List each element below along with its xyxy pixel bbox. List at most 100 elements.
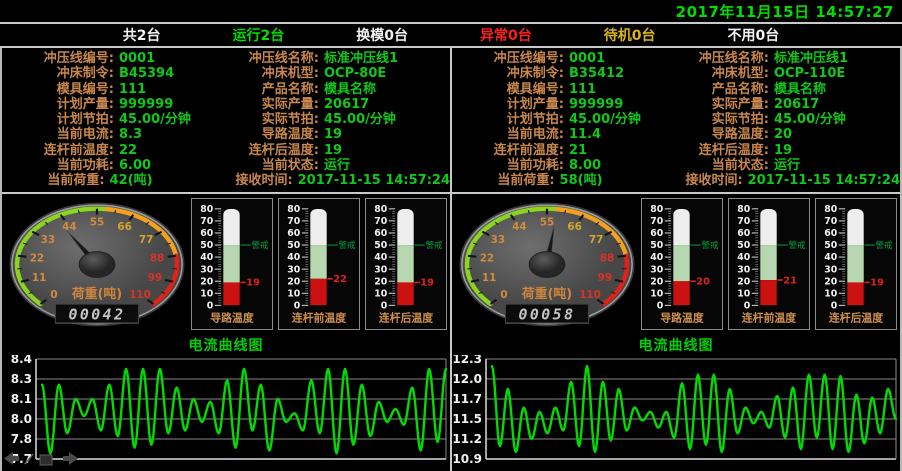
thermo-scale-number: 40 [287, 252, 301, 263]
gauge-tick-label: 66 [567, 221, 581, 233]
info-value: 8.3 [114, 127, 215, 142]
forward-arrow-icon[interactable] [63, 452, 78, 465]
thermo-warn-label: 警戒 [702, 240, 719, 250]
load-gauge-svg: 0112233445566778899110荷重(吨)00042 [3, 195, 191, 334]
thermo-fill [310, 279, 327, 306]
gauge-hub [79, 252, 115, 278]
current-chart: 12.312.011.711.511.210.9 [452, 355, 900, 469]
info-label: 产品名称: [665, 82, 769, 97]
info-row: 模具编号:111产品名称:模具名称 [452, 82, 900, 97]
thermo-scale-number: 0 [294, 300, 301, 311]
thermo-scale-number: 60 [374, 228, 388, 239]
gauge-tick-label: 0 [500, 289, 507, 301]
thermo-value: 20 [696, 277, 710, 288]
gauge-tick-label: 44 [512, 221, 526, 233]
info-value: 0001 [114, 51, 215, 66]
thermo-tube [310, 209, 327, 305]
thermo-tube [673, 209, 690, 305]
gauge-readout: 00058 [518, 306, 575, 323]
thermo-label: 连杆前温度 [742, 311, 796, 325]
stop-square-icon[interactable] [40, 455, 52, 465]
thermo-label: 连杆后温度 [829, 311, 883, 325]
info-value: 2017-11-15 14:57:24 [293, 173, 450, 188]
info-value: OCP-80E [319, 66, 450, 81]
thermo-scale-number: 40 [650, 252, 664, 263]
pencil-icon[interactable] [25, 454, 33, 464]
hmi-screen: 2017年11月15日 14:57:27 共2台 运行2台 换模0台 异常0台 … [0, 0, 902, 471]
load-gauge: 0112233445566778899110荷重(吨)00058 [452, 194, 641, 338]
gauge-tick-label: 99 [148, 272, 162, 284]
gauge-tick-label: 22 [30, 252, 44, 264]
thermo-label: 导路温度 [210, 311, 253, 325]
info-row: 当前电流:8.3导路温度:19 [2, 127, 450, 142]
info-label: 接收时间: [197, 173, 292, 188]
gauge-tick-label: 88 [600, 252, 614, 264]
thermo-scale-number: 80 [737, 204, 751, 215]
thermo-scale-number: 30 [824, 264, 838, 275]
thermo-scale-number: 60 [737, 228, 751, 239]
info-row: 计划节拍:45.00/分钟实际节拍:45.00/分钟 [2, 112, 450, 127]
gauge-readout: 00042 [68, 306, 125, 323]
info-row: 当前电流:11.4导路温度:20 [452, 127, 900, 142]
gauge-major-tick [618, 256, 626, 257]
info-value: 111 [564, 82, 665, 97]
info-label: 连杆后温度: [665, 143, 769, 158]
info-value: B35412 [564, 66, 665, 81]
info-value: 6.00 [114, 158, 215, 173]
info-label: 连杆后温度: [215, 143, 319, 158]
info-label: 产品名称: [215, 82, 319, 97]
thermo-scale-number: 20 [650, 276, 664, 287]
thermo-scale-number: 20 [200, 276, 214, 287]
gauge-tick-label: 55 [90, 217, 104, 229]
y-axis-label: 8.0 [11, 412, 32, 426]
back-arrow-icon[interactable] [4, 452, 19, 465]
info-label: 计划产量: [2, 97, 114, 112]
machine-panel-1: 冲压线编号:0001冲压线名称:标准冲压线1冲床制令:B45394冲床机型:OC… [2, 48, 450, 471]
info-value: 19 [769, 143, 900, 158]
thermometer: 01020304050607080警戒20导路温度 [641, 198, 723, 330]
thermo-label: 导路温度 [660, 311, 703, 325]
info-label: 连杆前温度: [452, 143, 564, 158]
info-value: 999999 [564, 97, 665, 112]
info-value: 标准冲压线1 [319, 51, 450, 66]
info-value: 58(吨) [555, 173, 648, 188]
thermo-warn-label: 警戒 [426, 240, 443, 250]
info-label: 当前荷重: [2, 173, 105, 188]
thermo-scale-number: 60 [287, 228, 301, 239]
info-value: 模具名称 [769, 82, 900, 97]
info-label: 冲床机型: [215, 66, 319, 81]
info-row: 计划节拍:45.00/分钟实际节拍:45.00/分钟 [452, 112, 900, 127]
gauge-tick-label: 110 [129, 289, 151, 301]
thermo-scale-number: 70 [374, 216, 388, 227]
thermo-fill [847, 282, 864, 305]
info-label: 当前状态: [665, 158, 769, 173]
gauge-row: 0112233445566778899110荷重(吨)00042 0102030… [2, 194, 450, 336]
thermo-tube [847, 209, 864, 305]
gauge-tick-label: 22 [480, 252, 494, 264]
info-label: 导路温度: [215, 127, 319, 142]
info-value: 运行 [319, 158, 450, 173]
thermo-scale-number: 0 [381, 300, 388, 311]
thermo-scale-number: 80 [287, 204, 301, 215]
datetime: 2017年11月15日 14:57:27 [676, 1, 894, 22]
status-standby: 待机0台 [604, 25, 656, 45]
info-value: 11.4 [564, 127, 665, 142]
thermo-scale-number: 0 [657, 300, 664, 311]
thermo-scale-number: 40 [200, 252, 214, 263]
info-label: 冲压线名称: [665, 51, 769, 66]
thermo-scale-number: 0 [207, 300, 214, 311]
thermo-scale-number: 20 [374, 276, 388, 287]
status-abnormal: 异常0台 [480, 25, 532, 45]
thermometer: 01020304050607080警戒22连杆前温度 [278, 198, 360, 330]
gauge-row: 0112233445566778899110荷重(吨)00058 0102030… [452, 194, 900, 336]
thermo-fill [760, 280, 777, 305]
thermo-scale-number: 60 [200, 228, 214, 239]
info-value: 19 [319, 127, 450, 142]
y-axis-label: 11.2 [452, 432, 482, 446]
info-value: 19 [319, 143, 450, 158]
status-running: 运行2台 [233, 25, 285, 45]
y-axis-label: 8.4 [11, 355, 32, 366]
thermo-tube [397, 209, 414, 305]
thermo-warn-label: 警戒 [252, 240, 269, 250]
info-value: 45.00/分钟 [564, 112, 665, 127]
